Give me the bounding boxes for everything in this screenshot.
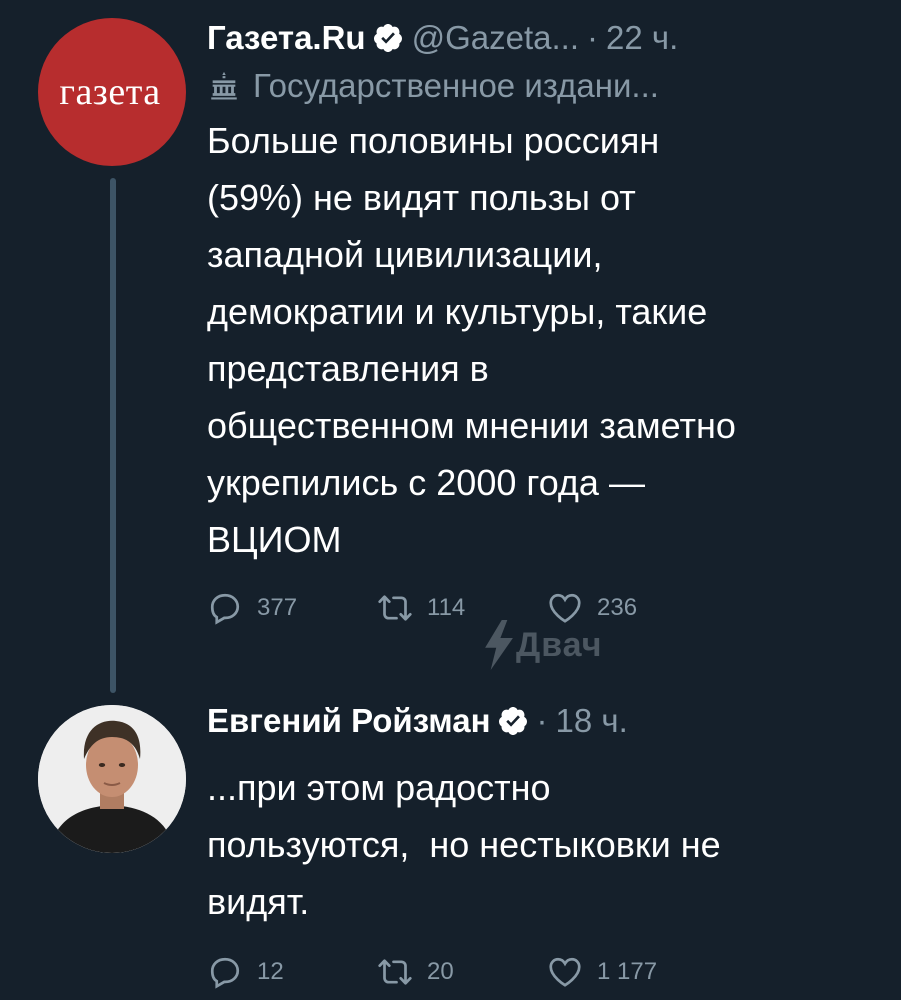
verified-badge-icon	[373, 24, 402, 52]
like-button[interactable]: 1 177	[547, 954, 717, 990]
reply-count: 377	[257, 594, 298, 621]
author-name[interactable]: Евгений Ройзман	[207, 701, 491, 741]
reply-icon	[210, 593, 240, 625]
retweet-count: 114	[427, 594, 466, 621]
roizman-avatar[interactable]	[38, 705, 186, 853]
heart-icon	[549, 957, 581, 987]
like-count: 236	[597, 594, 638, 621]
avatar-logo-text: газета	[59, 71, 161, 113]
like-count: 1 177	[597, 958, 658, 985]
tweet-time[interactable]: 18 ч.	[556, 701, 628, 741]
lightning-bolt-icon	[485, 620, 513, 670]
retweet-button[interactable]: 20	[377, 954, 547, 990]
tweet-text: Больше половины россиян (59%) не видят п…	[207, 120, 736, 560]
author-handle[interactable]: @Gazeta...	[412, 18, 579, 58]
reply-button[interactable]: 12	[207, 954, 377, 990]
reply-count: 12	[257, 958, 284, 985]
tweet-header: Газета.Ru @Gazeta... · 22 ч.	[207, 18, 881, 58]
government-building-icon	[211, 71, 237, 100]
header-separator: ·	[587, 19, 598, 56]
tweet-header: Евгений Ройзман · 18 ч.	[207, 701, 881, 741]
verified-badge-icon	[498, 707, 527, 735]
retweet-icon	[378, 595, 412, 621]
reply-button[interactable]: 377	[207, 590, 377, 626]
tweet-actions: 12 20 1 177	[207, 954, 881, 990]
header-separator: ·	[536, 702, 548, 739]
tweet-text: ...при этом радостно пользуются, но нест…	[207, 767, 721, 922]
retweet-icon	[378, 959, 412, 985]
tweet-time[interactable]: 22 ч.	[606, 18, 678, 58]
reply-icon	[210, 957, 240, 989]
state-media-label-text: Государственное издани...	[253, 67, 659, 104]
dvach-watermark: Двач	[482, 620, 602, 670]
retweet-count: 20	[427, 958, 454, 985]
state-media-label[interactable]: Государственное издани...	[207, 64, 881, 108]
author-name[interactable]: Газета.Ru	[207, 18, 366, 58]
watermark-text: Двач	[516, 625, 603, 664]
person-portrait-icon	[38, 705, 186, 853]
gazeta-avatar[interactable]: газета	[38, 18, 186, 166]
thread-connector-line	[110, 178, 116, 693]
